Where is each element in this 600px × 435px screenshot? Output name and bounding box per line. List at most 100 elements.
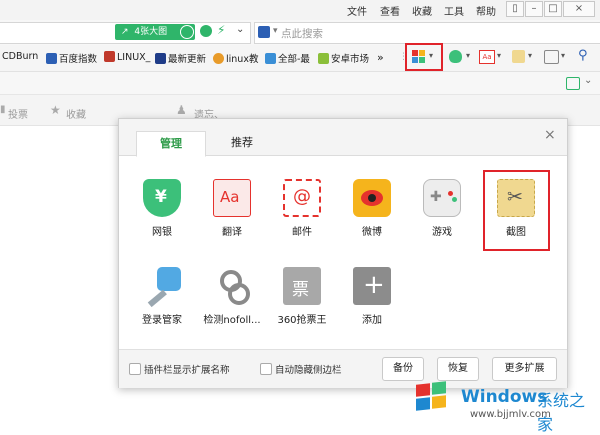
shield-icon: ¥ xyxy=(143,179,181,217)
bookmark-label: linux教 xyxy=(226,54,259,65)
ext-tile-bank[interactable]: ¥ 网银 xyxy=(132,179,192,249)
minimize-icon[interactable]: – xyxy=(525,1,543,17)
bookmark-android-market[interactable]: 安卓市场 xyxy=(318,51,369,65)
chevron-down-icon[interactable]: ▾ xyxy=(528,51,532,60)
button-green xyxy=(452,197,457,202)
plus-icon: + xyxy=(353,267,391,305)
windows-logo-icon xyxy=(414,380,450,414)
weibo-icon xyxy=(353,179,391,217)
weibo-pupil xyxy=(368,194,376,202)
chevron-down-icon[interactable]: ⌄ xyxy=(236,24,244,35)
watermark-url: www.bjjmlv.com xyxy=(470,409,551,420)
ext-label: 翻译 xyxy=(222,227,242,238)
ext-tile-mail[interactable]: @ 邮件 xyxy=(272,179,332,249)
search-box[interactable]: ▾ 点此搜索 xyxy=(254,22,600,44)
ext-label: 登录管家 xyxy=(142,315,182,326)
bookmark-baidu-index[interactable]: 百度指数 xyxy=(46,51,97,65)
ext-tile-translate[interactable]: Aa 翻译 xyxy=(202,179,262,249)
ext-label: 添加 xyxy=(362,315,382,326)
bookmark-linux-tutorial[interactable]: linux教 xyxy=(213,51,258,65)
backup-button[interactable]: 备份 xyxy=(382,357,424,381)
at-glyph: @ xyxy=(293,186,311,207)
lightning-icon[interactable]: ⚡ xyxy=(217,23,225,37)
bookmark-all[interactable]: 全部-最 xyxy=(265,51,310,65)
menu-tools[interactable]: 工具 xyxy=(444,3,464,18)
close-icon[interactable]: × xyxy=(563,1,595,17)
dpad-glyph: ✚ xyxy=(430,189,442,205)
key-icon xyxy=(143,267,181,308)
key-head xyxy=(157,267,181,291)
ext-tile-login-manager[interactable]: 登录管家 xyxy=(132,267,192,337)
chevron-down-icon[interactable]: ▾ xyxy=(561,51,565,60)
bookmarks-overflow-button[interactable]: » xyxy=(377,51,384,64)
extension-manager-highlight xyxy=(405,43,443,71)
nav-vote[interactable]: 投票 xyxy=(8,106,28,121)
chevron-down-icon[interactable]: ▾ xyxy=(497,51,501,60)
ext-label: 网银 xyxy=(152,227,172,238)
ext-label: 360抢票王 xyxy=(277,315,327,326)
arrows-icon: ↗ xyxy=(121,27,129,37)
translate-icon[interactable]: Aa xyxy=(479,50,495,64)
ext-label: 检测nofoll... xyxy=(203,315,261,326)
watermark-title: Windows xyxy=(461,387,548,407)
chain-link-icon xyxy=(213,267,251,305)
ext-tile-add[interactable]: + 添加 xyxy=(342,267,402,337)
scissors-icon[interactable] xyxy=(512,50,525,63)
more-extensions-button[interactable]: 更多扩展 xyxy=(492,357,557,381)
ext-tile-nofollow[interactable]: 检测nofoll... xyxy=(202,267,262,337)
ext-label: 游戏 xyxy=(432,227,452,238)
ticket-glyph: 票 xyxy=(292,280,309,300)
bookmark-linux[interactable]: LINUX_ xyxy=(104,51,150,63)
search-engine-dropdown-icon[interactable]: ▾ xyxy=(273,26,278,36)
restore-button[interactable]: 恢复 xyxy=(437,357,479,381)
menu-view[interactable]: 查看 xyxy=(380,3,400,18)
restore-tabs-icon[interactable] xyxy=(566,77,580,90)
tab-manage[interactable]: 管理 xyxy=(136,131,206,157)
menu-file[interactable]: 文件 xyxy=(347,3,367,18)
autohide-sidebar-label: 自动隐藏侧边栏 xyxy=(275,365,342,376)
search-icon[interactable]: ⚲ xyxy=(578,48,588,63)
reload-icon[interactable] xyxy=(180,25,194,39)
logo-blue xyxy=(416,397,430,411)
image-icon[interactable] xyxy=(544,50,559,64)
ext-tile-ticket[interactable]: 票 360抢票王 xyxy=(272,267,332,337)
maximize-icon[interactable]: □ xyxy=(544,1,562,17)
chevron-down-icon[interactable]: ⌄ xyxy=(584,75,592,86)
ext-label: 邮件 xyxy=(292,227,312,238)
site-icon xyxy=(213,53,224,64)
logo-green xyxy=(432,381,446,395)
flower-icon[interactable] xyxy=(200,25,212,37)
search-placeholder: 点此搜索 xyxy=(281,28,323,40)
menu-help[interactable]: 帮助 xyxy=(476,3,496,18)
bookmark-label: 最新更新 xyxy=(168,54,207,65)
bookmark-label: 安卓市场 xyxy=(331,54,370,65)
scissors-glyph: ✂ xyxy=(507,186,523,208)
nav-favorite[interactable]: 收藏 xyxy=(66,106,86,121)
baidu-paw-icon xyxy=(46,53,57,64)
site-icon xyxy=(265,53,276,64)
ext-tile-weibo[interactable]: 微博 xyxy=(342,179,402,249)
chevron-down-icon[interactable]: ▾ xyxy=(466,51,470,60)
show-names-label: 插件栏显示扩展名称 xyxy=(144,365,230,376)
tab-recommend[interactable]: 推荐 xyxy=(215,131,269,155)
vote-icon: ▮ xyxy=(0,104,6,115)
logo-yellow xyxy=(432,395,446,409)
autohide-sidebar-checkbox[interactable] xyxy=(260,363,272,375)
show-names-checkbox[interactable] xyxy=(129,363,141,375)
shield-icon[interactable] xyxy=(449,50,462,63)
menu-favorites[interactable]: 收藏 xyxy=(412,3,432,18)
bookmark-cdburn[interactable]: CDBurn xyxy=(2,51,38,62)
tab-strip xyxy=(0,72,600,95)
shirt-icon[interactable]: ▯ xyxy=(506,1,524,17)
ext-tile-games[interactable]: ✚ 游戏 xyxy=(412,179,472,249)
bookmark-latest[interactable]: 最新更新 xyxy=(155,51,206,65)
bigimage-label: 4张大图 xyxy=(134,27,168,37)
extension-manager-popup: 管理 推荐 × ¥ 网银 Aa 翻译 @ 邮件 微博 ✚ 游戏 ✂ 截图 登录管… xyxy=(118,118,568,388)
close-icon[interactable]: × xyxy=(544,127,556,143)
mail-icon: @ xyxy=(283,179,321,217)
ticket-icon: 票 xyxy=(283,267,321,305)
baidu-paw-icon xyxy=(258,26,270,38)
ext-tile-screenshot[interactable]: ✂ 截图 xyxy=(486,179,546,249)
gamepad-icon: ✚ xyxy=(423,179,461,217)
bookmark-label: 全部-最 xyxy=(278,54,310,65)
